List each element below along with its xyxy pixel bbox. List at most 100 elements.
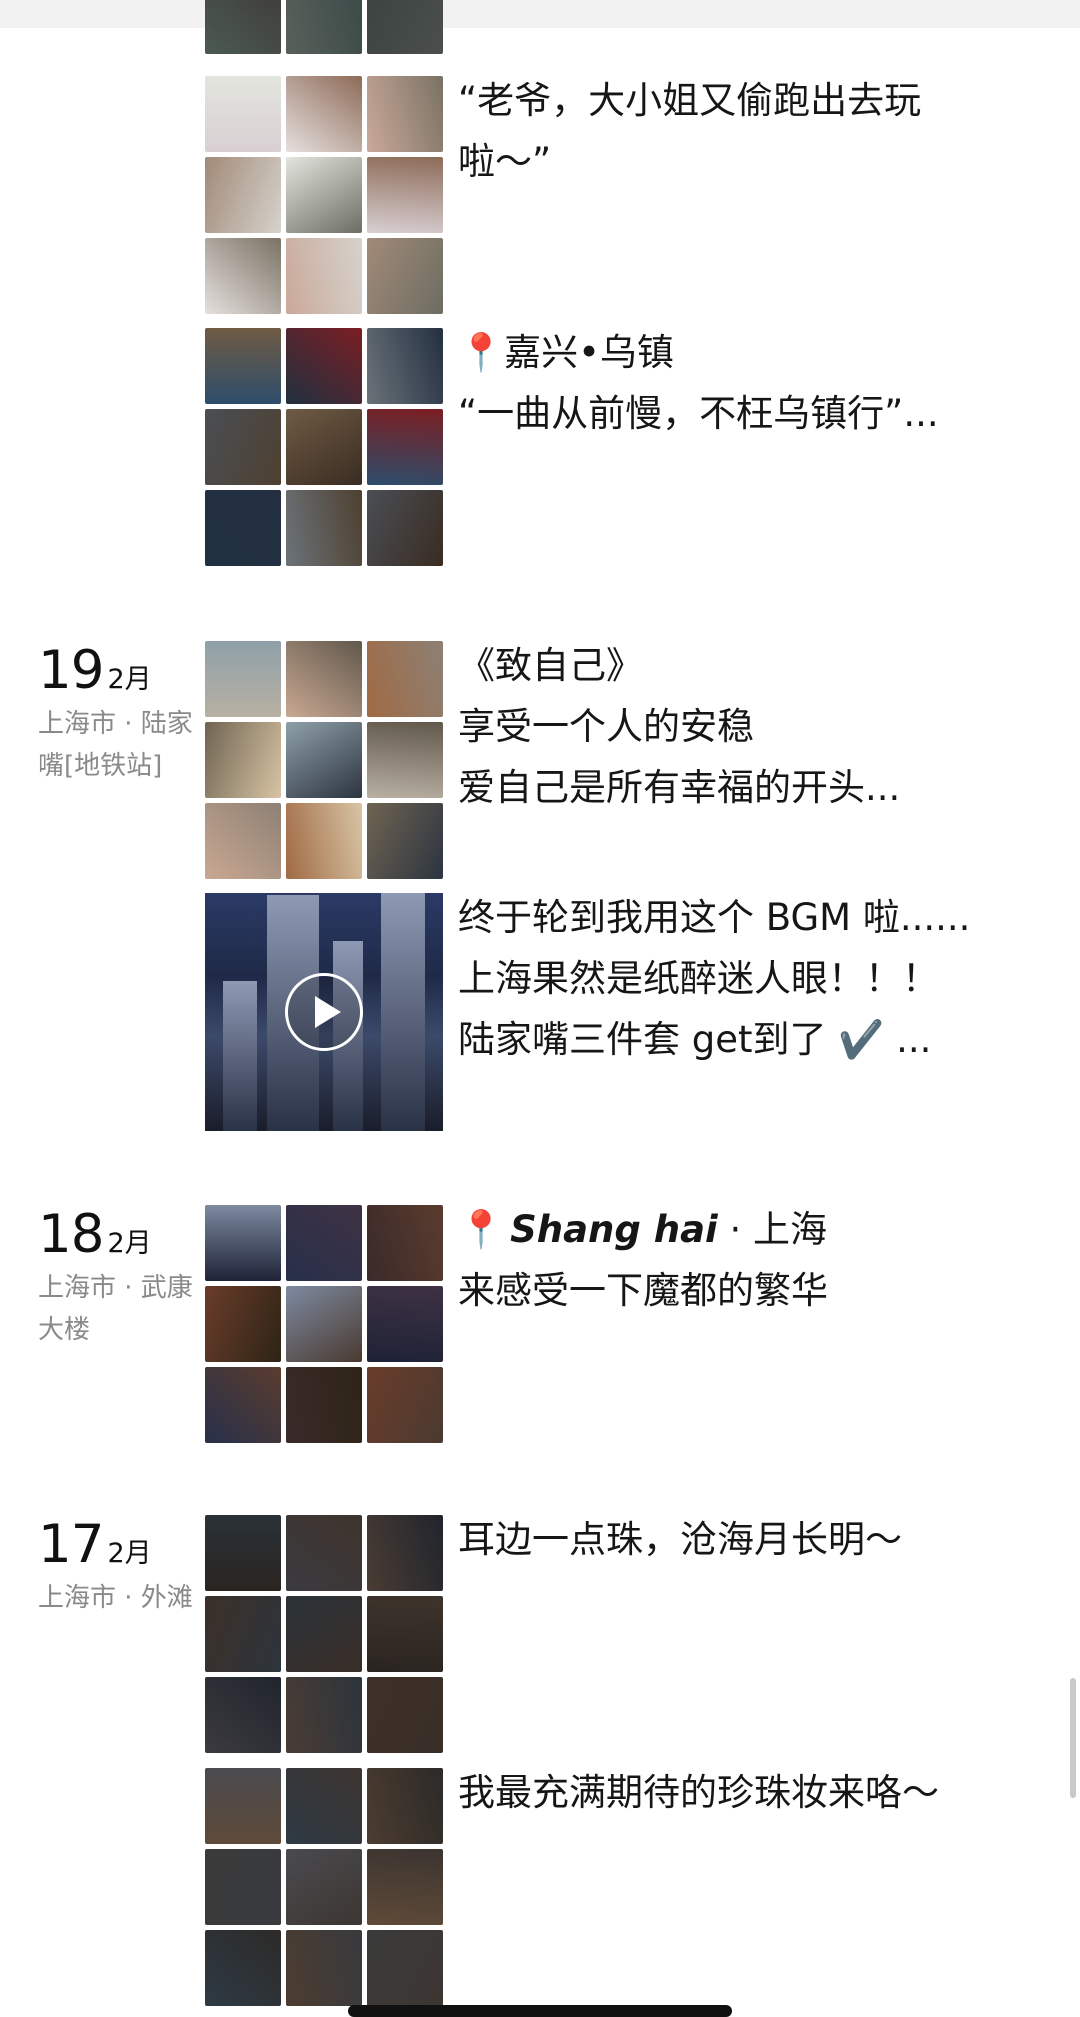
play-icon[interactable] bbox=[285, 973, 363, 1051]
photo-thumbnail[interactable] bbox=[205, 641, 281, 717]
photo-thumbnail[interactable] bbox=[286, 1205, 362, 1281]
date-day: 18 bbox=[38, 1204, 104, 1265]
post-item[interactable] bbox=[205, 0, 1025, 56]
photo-thumbnail[interactable] bbox=[286, 1677, 362, 1753]
photo-thumbnail[interactable] bbox=[205, 1677, 281, 1753]
post-item[interactable]: 终于轮到我用这个 BGM 啦...... 上海果然是纸醉迷人眼！！！ 陆家嘴三件… bbox=[205, 893, 1025, 1133]
photo-thumbnail[interactable] bbox=[205, 1596, 281, 1672]
post-item[interactable]: 我最充满期待的珍珠妆来咯～ bbox=[205, 1768, 1025, 2008]
photo-thumbnail[interactable] bbox=[205, 803, 281, 879]
photo-thumbnail[interactable] bbox=[286, 1367, 362, 1443]
photo-thumbnail[interactable] bbox=[286, 1849, 362, 1925]
scrollbar[interactable] bbox=[1070, 1678, 1076, 1798]
photo-thumbnail[interactable] bbox=[205, 328, 281, 404]
photo-thumbnail[interactable] bbox=[205, 157, 281, 233]
photo-thumbnail[interactable] bbox=[205, 1286, 281, 1362]
date-month: 2月 bbox=[107, 1538, 152, 1569]
photo-thumbnail[interactable] bbox=[286, 641, 362, 717]
photo-thumbnail[interactable] bbox=[367, 328, 443, 404]
photo-thumbnail[interactable] bbox=[286, 238, 362, 314]
caption-line: 📍嘉兴•乌镇 bbox=[458, 331, 674, 374]
date-header: 18 2月 上海市 · 武康大楼 bbox=[38, 1204, 193, 1351]
post-caption[interactable]: 耳边一点珠，沧海月长明～ bbox=[458, 1515, 998, 1570]
date-location: 上海市 · 外滩 bbox=[38, 1583, 193, 1613]
caption-line: 我最充满期待的珍珠妆来咯～ bbox=[458, 1771, 939, 1814]
photo-thumbnail[interactable] bbox=[367, 409, 443, 485]
photo-thumbnail[interactable] bbox=[205, 1515, 281, 1591]
photo-thumbnail[interactable] bbox=[286, 1596, 362, 1672]
photo-thumbnail[interactable] bbox=[286, 722, 362, 798]
photo-thumbnail[interactable] bbox=[205, 1367, 281, 1443]
photo-thumbnail[interactable] bbox=[367, 1768, 443, 1844]
caption-line: 上海果然是纸醉迷人眼！！！ bbox=[458, 957, 939, 1000]
photo-thumbnail[interactable] bbox=[205, 722, 281, 798]
photo-thumbnail[interactable] bbox=[205, 1768, 281, 1844]
photo-thumbnail[interactable] bbox=[286, 76, 362, 152]
photo-thumbnail[interactable] bbox=[367, 238, 443, 314]
post-item[interactable]: 《致自己》 享受一个人的安稳 爱自己是所有幸福的开头... bbox=[205, 641, 1025, 881]
photo-thumbnail[interactable] bbox=[286, 0, 362, 54]
photo-thumbnail[interactable] bbox=[286, 1768, 362, 1844]
post-item[interactable]: 📍嘉兴•乌镇 “一曲从前慢，不枉乌镇行”... bbox=[205, 328, 1025, 568]
photo-thumbnail[interactable] bbox=[367, 157, 443, 233]
photo-thumbnail[interactable] bbox=[286, 157, 362, 233]
caption-line: 《致自己》 bbox=[458, 644, 643, 687]
photo-thumbnail[interactable] bbox=[367, 722, 443, 798]
photo-thumbnail[interactable] bbox=[367, 76, 443, 152]
caption-line: “老爷，大小姐又偷跑出去玩 bbox=[458, 79, 922, 122]
photo-thumbnail[interactable] bbox=[205, 1849, 281, 1925]
post-caption[interactable]: 《致自己》 享受一个人的安稳 爱自己是所有幸福的开头... bbox=[458, 641, 998, 818]
post-item[interactable]: 耳边一点珠，沧海月长明～ bbox=[205, 1515, 1025, 1755]
photo-thumbnail[interactable] bbox=[367, 1205, 443, 1281]
photo-thumbnail[interactable] bbox=[286, 328, 362, 404]
post-item[interactable]: 📍 Shang hai · 上海 来感受一下魔都的繁华 bbox=[205, 1205, 1025, 1445]
caption-italic-place: Shang hai bbox=[510, 1208, 718, 1251]
photo-thumbnail[interactable] bbox=[367, 1849, 443, 1925]
photo-grid[interactable] bbox=[205, 641, 443, 879]
photo-thumbnail[interactable] bbox=[367, 1367, 443, 1443]
photo-thumbnail[interactable] bbox=[286, 803, 362, 879]
photo-thumbnail[interactable] bbox=[205, 490, 281, 566]
photo-grid[interactable] bbox=[205, 1515, 443, 1753]
photo-thumbnail[interactable] bbox=[367, 490, 443, 566]
photo-grid[interactable] bbox=[205, 76, 443, 314]
photo-thumbnail[interactable] bbox=[367, 1596, 443, 1672]
post-caption[interactable]: 终于轮到我用这个 BGM 啦...... 上海果然是纸醉迷人眼！！！ 陆家嘴三件… bbox=[458, 893, 998, 1070]
photo-thumbnail[interactable] bbox=[205, 409, 281, 485]
photo-thumbnail[interactable] bbox=[205, 76, 281, 152]
date-header: 19 2月 上海市 · 陆家嘴[地铁站] bbox=[38, 640, 193, 787]
photo-grid[interactable] bbox=[205, 1768, 443, 2006]
home-indicator[interactable] bbox=[348, 2005, 732, 2017]
photo-thumbnail[interactable] bbox=[286, 1286, 362, 1362]
photo-thumbnail[interactable] bbox=[286, 1930, 362, 2006]
photo-thumbnail[interactable] bbox=[286, 1515, 362, 1591]
photo-grid[interactable] bbox=[205, 0, 443, 54]
photo-thumbnail[interactable] bbox=[205, 238, 281, 314]
photo-thumbnail[interactable] bbox=[367, 0, 443, 54]
location-pin-icon: 📍 bbox=[458, 1208, 505, 1251]
photo-thumbnail[interactable] bbox=[367, 641, 443, 717]
photo-thumbnail[interactable] bbox=[205, 0, 281, 54]
post-caption[interactable]: “老爷，大小姐又偷跑出去玩 啦～” bbox=[458, 76, 998, 192]
photo-thumbnail[interactable] bbox=[367, 1515, 443, 1591]
photo-thumbnail[interactable] bbox=[286, 490, 362, 566]
photo-thumbnail[interactable] bbox=[367, 1930, 443, 2006]
post-item[interactable]: “老爷，大小姐又偷跑出去玩 啦～” bbox=[205, 76, 1025, 316]
post-caption[interactable]: 我最充满期待的珍珠妆来咯～ bbox=[458, 1768, 998, 1823]
date-day: 19 bbox=[38, 640, 104, 701]
caption-line: 陆家嘴三件套 get到了 ✔️ ... bbox=[458, 1018, 932, 1061]
post-caption[interactable]: 📍 Shang hai · 上海 来感受一下魔都的繁华 bbox=[458, 1205, 998, 1321]
photo-thumbnail[interactable] bbox=[205, 1930, 281, 2006]
photo-thumbnail[interactable] bbox=[367, 803, 443, 879]
video-thumbnail[interactable] bbox=[205, 893, 443, 1131]
caption-line: 来感受一下魔都的繁华 bbox=[458, 1269, 828, 1312]
photo-thumbnail[interactable] bbox=[367, 1286, 443, 1362]
photo-grid[interactable] bbox=[205, 1205, 443, 1443]
photo-thumbnail[interactable] bbox=[367, 1677, 443, 1753]
date-month: 2月 bbox=[107, 1228, 152, 1259]
date-month: 2月 bbox=[107, 664, 152, 695]
photo-thumbnail[interactable] bbox=[205, 1205, 281, 1281]
photo-thumbnail[interactable] bbox=[286, 409, 362, 485]
post-caption[interactable]: 📍嘉兴•乌镇 “一曲从前慢，不枉乌镇行”... bbox=[458, 328, 998, 444]
photo-grid[interactable] bbox=[205, 328, 443, 566]
